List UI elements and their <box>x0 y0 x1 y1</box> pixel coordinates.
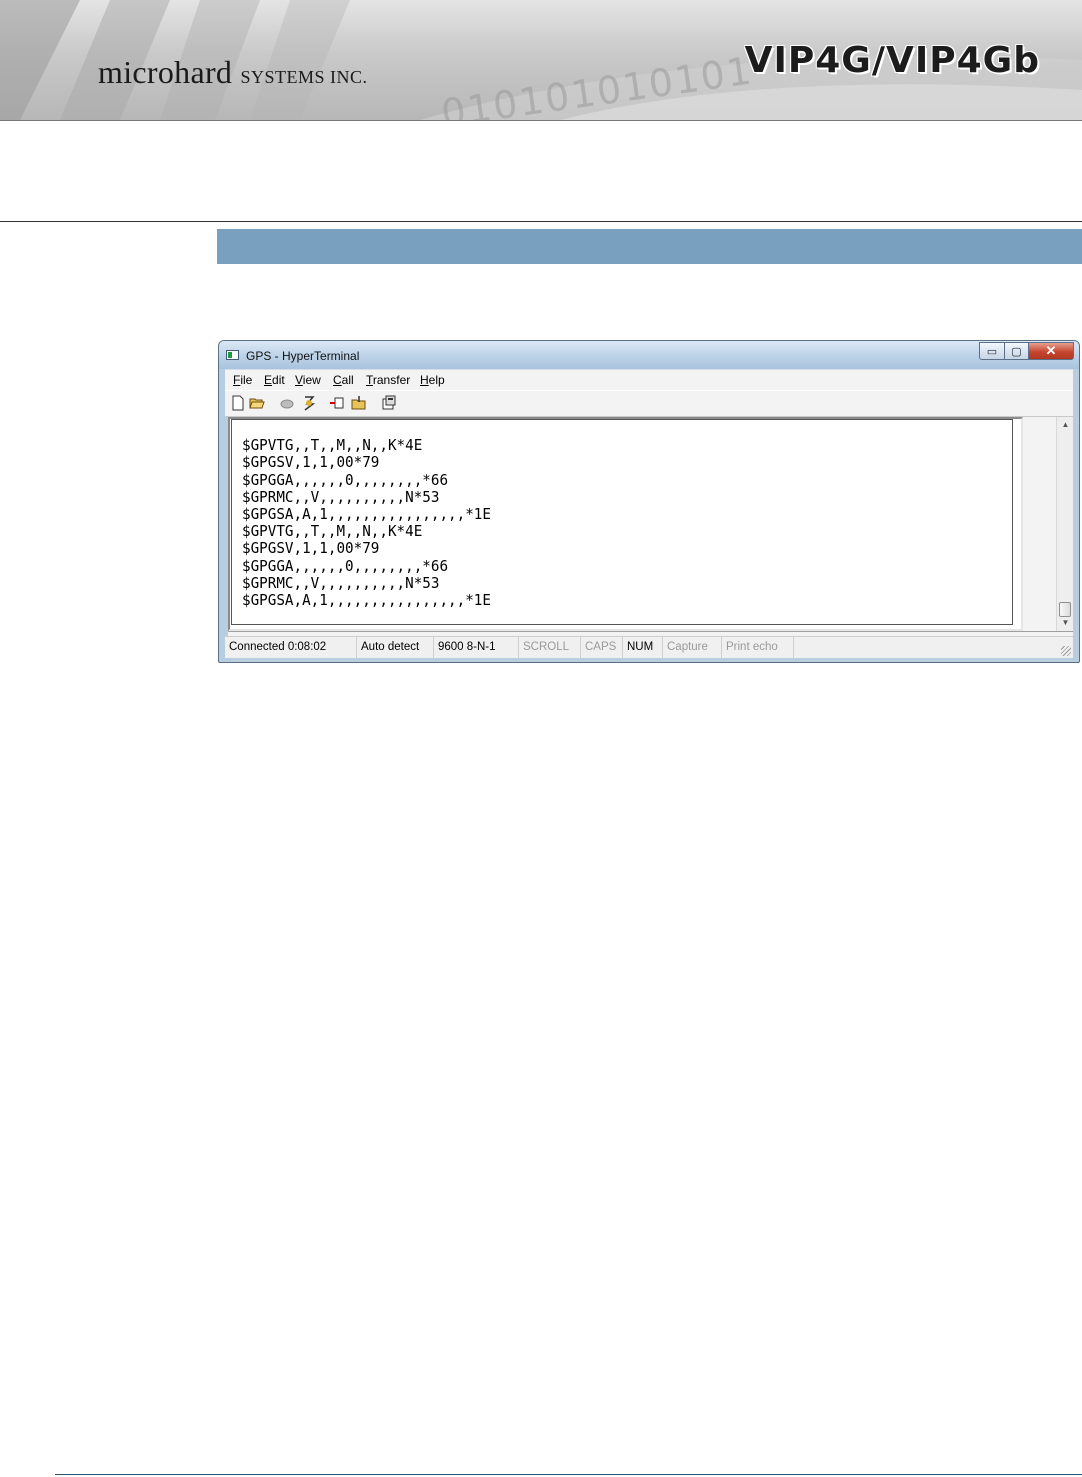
close-icon: ✕ <box>1045 343 1057 358</box>
terminal-output[interactable]: $GPVTG,,T,,M,,N,,K*4E $GPGSV,1,1,00*79 $GP… <box>231 419 1013 625</box>
terminal-line: $GPGGA,,,,,,0,,,,,,,,*66 <box>242 470 449 489</box>
top-divider <box>0 221 1082 222</box>
menu-bar: File Edit View Call Transfer Help <box>225 369 1073 390</box>
status-capture: Capture <box>663 637 722 658</box>
terminal-line: $GPGSV,1,1,00*79 <box>242 539 380 558</box>
brand-suffix: SYSTEMS INC. <box>240 67 368 87</box>
terminal-line: $GPRMC,,V,,,,,,,,,,N*53 <box>242 487 440 506</box>
maximize-icon: ▢ <box>1011 345 1022 358</box>
status-port: 9600 8-N-1 <box>434 637 519 658</box>
menu-file[interactable]: File <box>233 373 252 387</box>
connect-icon[interactable] <box>301 395 317 411</box>
toolbar <box>225 390 1073 417</box>
status-num: NUM <box>623 637 663 658</box>
properties-icon[interactable] <box>381 395 397 411</box>
title-bar[interactable]: GPS - HyperTerminal ▭ ▢ ✕ <box>219 341 1079 369</box>
menu-view[interactable]: View <box>295 373 321 387</box>
minimize-icon: ▭ <box>986 345 998 358</box>
maximize-button[interactable]: ▢ <box>1004 342 1029 360</box>
hyperterminal-icon <box>226 350 239 360</box>
menu-edit[interactable]: Edit <box>264 373 285 387</box>
disconnect-icon[interactable] <box>279 395 295 411</box>
open-icon[interactable] <box>249 395 265 411</box>
header-banner: microhard SYSTEMS INC. 010101010101 VIP4… <box>0 0 1082 121</box>
status-detect: Auto detect <box>357 637 434 658</box>
bottom-divider <box>55 1474 1082 1475</box>
receive-icon[interactable] <box>351 395 367 411</box>
send-icon[interactable] <box>329 395 345 411</box>
terminal-margin <box>1023 417 1056 631</box>
terminal-line: $GPGSA,A,1,,,,,,,,,,,,,,,,*1E <box>242 591 491 610</box>
terminal-line: $GPGGA,,,,,,0,,,,,,,,*66 <box>242 556 449 575</box>
terminal-line: $GPVTG,,T,,M,,N,,K*4E <box>242 436 423 455</box>
terminal-lines: $GPVTG,,T,,M,,N,,K*4E $GPGSV,1,1,00*79 $GP… <box>242 420 491 624</box>
hyperterminal-window: GPS - HyperTerminal ▭ ▢ ✕ File Edit View… <box>218 340 1080 663</box>
status-scroll: SCROLL <box>519 637 581 658</box>
status-print-echo: Print echo <box>722 637 794 658</box>
new-icon[interactable] <box>230 395 246 411</box>
terminal-line: $GPGSA,A,1,,,,,,,,,,,,,,,,*1E <box>242 505 491 524</box>
resize-grip-icon[interactable] <box>1061 646 1071 656</box>
terminal-line: $GPRMC,,V,,,,,,,,,,N*53 <box>242 573 440 592</box>
status-connected: Connected 0:08:02 <box>225 637 357 658</box>
status-bar: Connected 0:08:02 Auto detect 9600 8-N-1… <box>225 636 1073 658</box>
window-title: GPS - HyperTerminal <box>246 349 360 363</box>
terminal-line: $GPVTG,,T,,M,,N,,K*4E <box>242 522 423 541</box>
section-header-bar <box>217 229 1082 264</box>
terminal-line: $GPGSV,1,1,00*79 <box>242 453 380 472</box>
minimize-button[interactable]: ▭ <box>979 342 1005 360</box>
status-caps: CAPS <box>581 637 623 658</box>
menu-help[interactable]: Help <box>420 373 445 387</box>
brand-logo: microhard SYSTEMS INC. <box>98 54 368 91</box>
vertical-scrollbar[interactable]: ▲ ▼ <box>1056 417 1073 631</box>
product-name: VIP4G/VIP4Gb <box>744 40 1040 81</box>
scroll-down-icon[interactable]: ▼ <box>1057 615 1074 631</box>
brand-name: microhard <box>98 54 233 90</box>
close-button[interactable]: ✕ <box>1028 342 1074 360</box>
menu-transfer[interactable]: Transfer <box>366 373 410 387</box>
scroll-up-icon[interactable]: ▲ <box>1057 417 1074 433</box>
menu-call[interactable]: Call <box>333 373 354 387</box>
